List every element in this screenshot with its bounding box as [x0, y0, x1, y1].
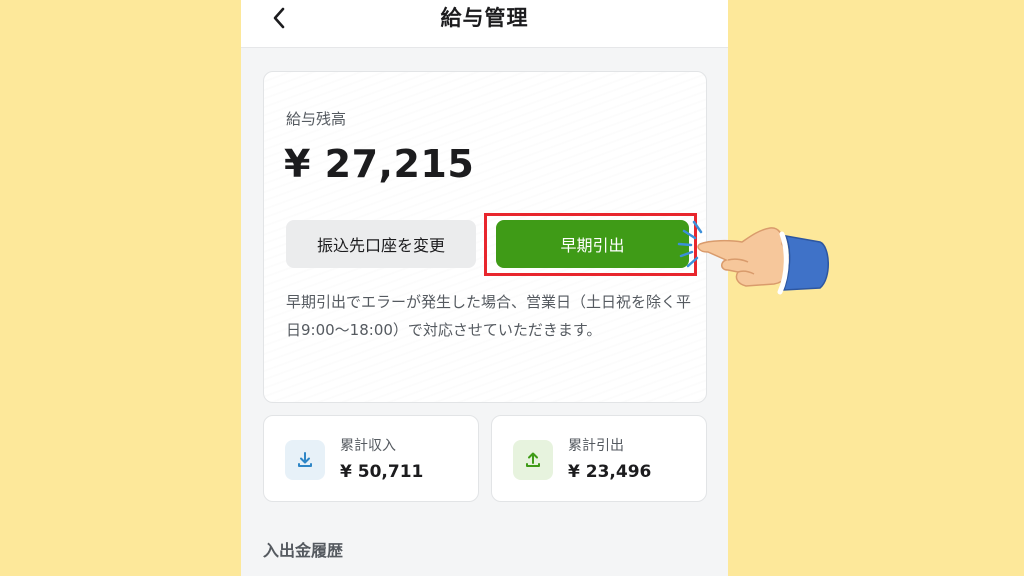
income-total-label: 累計収入 [340, 438, 396, 454]
income-total-value: ¥ 50,711 [340, 462, 424, 482]
change-account-button[interactable]: 振込先口座を変更 [286, 220, 476, 268]
page-title: 給与管理 [440, 6, 529, 30]
download-icon [285, 440, 325, 480]
income-total-card: 累計収入 ¥ 50,711 [263, 415, 479, 502]
balance-card: 給与残高 ¥ 27,215 振込先口座を変更 早期引出 早期引出でエラーが発生し… [263, 71, 707, 403]
header: 給与管理 [241, 0, 728, 48]
withdraw-total-card: 累計引出 ¥ 23,496 [491, 415, 707, 502]
withdraw-total-label: 累計引出 [568, 438, 624, 454]
pointing-hand-icon [677, 220, 829, 295]
upload-icon [513, 440, 553, 480]
error-notice: 早期引出でエラーが発生した場合、営業日（土日祝を除く平日9:00〜18:00）で… [286, 293, 692, 339]
withdraw-total-value: ¥ 23,496 [568, 462, 652, 482]
balance-label: 給与残高 [286, 110, 347, 128]
balance-amount: ¥ 27,215 [284, 142, 475, 186]
history-section-title: 入出金履歴 [263, 541, 344, 560]
